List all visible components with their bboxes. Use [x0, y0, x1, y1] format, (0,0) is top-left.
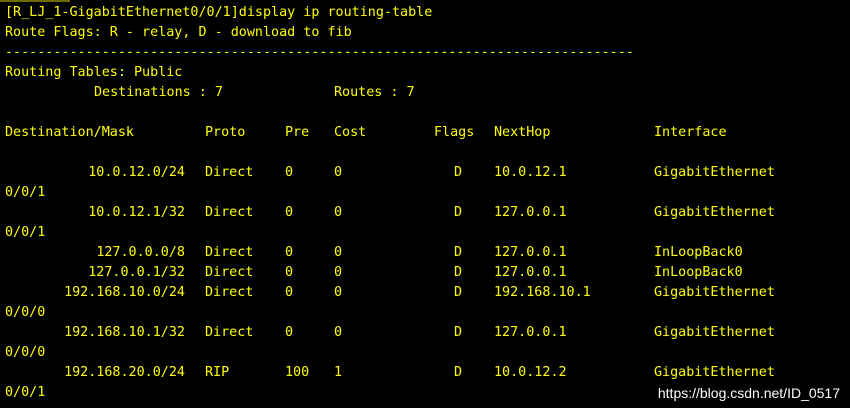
table-row: 10.0.12.1/32 Direct 0 0 D 127.0.0.1 GigabitEth… — [0, 203, 850, 223]
table-row: 192.168.10.0/24 Direct 0 0 D 192.168.10.1 Giga… — [0, 283, 850, 303]
route-destination: 127.0.0.0/8 — [96, 245, 185, 260]
header-cost: Cost — [334, 125, 367, 140]
separator-text: ----------------------------------------… — [5, 45, 634, 60]
destinations-count: Destinations : 7 — [94, 85, 223, 100]
route-destination: 10.0.12.0/24 — [88, 165, 185, 180]
header-nexthop: NextHop — [494, 125, 551, 140]
route-flags: D — [454, 325, 463, 340]
header-pre: Pre — [285, 125, 310, 140]
route-nexthop: 127.0.0.1 — [494, 245, 567, 260]
route-proto: Direct — [205, 245, 254, 260]
table-row: 192.168.10.1/32 Direct 0 0 D 127.0.0.1 Gigabit… — [0, 323, 850, 343]
route-interface: GigabitEthernet — [654, 325, 775, 340]
table-header: Destination/Mask Proto Pre Cost Flags Ne… — [0, 123, 850, 143]
route-proto: Direct — [205, 285, 254, 300]
route-nexthop: 127.0.0.1 — [494, 205, 567, 220]
header-proto: Proto — [205, 125, 246, 140]
route-cost: 0 — [334, 205, 343, 220]
route-interface: InLoopBack0 — [654, 245, 743, 260]
routes-count: Routes : 7 — [334, 85, 415, 100]
route-interface-continuation: 0/0/0 — [5, 345, 46, 360]
route-proto: Direct — [205, 205, 254, 220]
table-row: 192.168.20.0/24 RIP 100 1 D 10.0.12.2 GigabitE… — [0, 363, 850, 383]
route-pre: 0 — [285, 205, 294, 220]
route-cost: 1 — [334, 365, 343, 380]
route-proto: RIP — [205, 365, 230, 380]
table-row: 10.0.12.0/24 Direct 0 0 D 10.0.12.1 GigabitEth… — [0, 163, 850, 183]
route-destination: 127.0.0.1/32 — [88, 265, 185, 280]
previous-output-remnant — [0, 0, 70, 2]
route-pre: 0 — [285, 165, 294, 180]
route-pre: 0 — [285, 265, 294, 280]
route-flags: D — [454, 285, 463, 300]
route-interface-continuation: 0/0/0 — [5, 305, 46, 320]
route-nexthop: 10.0.12.2 — [494, 365, 567, 380]
wrapped-interface-line: 0/0/0 — [0, 303, 850, 323]
route-nexthop: 127.0.0.1 — [494, 325, 567, 340]
route-cost: 0 — [334, 245, 343, 260]
route-flags-text: Route Flags: R - relay, D - download to … — [5, 25, 352, 40]
counts-line: Destinations : 7 Routes : 7 — [0, 83, 850, 103]
header-flags: Flags — [434, 125, 475, 140]
table-row: 127.0.0.0/8 Direct 0 0 D 127.0.0.1 InLoopBack0 — [0, 243, 850, 263]
route-pre: 0 — [285, 285, 294, 300]
route-flags: D — [454, 245, 463, 260]
route-nexthop: 192.168.10.1 — [494, 285, 591, 300]
route-cost: 0 — [334, 285, 343, 300]
route-flags: D — [454, 165, 463, 180]
watermark-text: https://blog.csdn.net/ID_0517 — [657, 385, 840, 401]
route-pre: 0 — [285, 325, 294, 340]
route-destination: 192.168.10.1/32 — [64, 325, 185, 340]
routing-tables-text: Routing Tables: Public — [5, 65, 183, 80]
route-proto: Direct — [205, 165, 254, 180]
route-flags: D — [454, 205, 463, 220]
wrapped-interface-line: 0/0/1 — [0, 183, 850, 203]
header-interface: Interface — [654, 125, 727, 140]
routing-table-body: 10.0.12.0/24 Direct 0 0 D 10.0.12.1 GigabitEth… — [0, 163, 850, 403]
route-destination: 192.168.10.0/24 — [64, 285, 185, 300]
wrapped-interface-line: 0/0/1 — [0, 223, 850, 243]
route-interface: GigabitEthernet — [654, 205, 775, 220]
route-interface-continuation: 0/0/1 — [5, 385, 46, 400]
route-interface: GigabitEthernet — [654, 365, 775, 380]
route-nexthop: 127.0.0.1 — [494, 265, 567, 280]
table-row: 127.0.0.1/32 Direct 0 0 D 127.0.0.1 InLoopBack… — [0, 263, 850, 283]
route-cost: 0 — [334, 325, 343, 340]
wrapped-interface-line: 0/0/0 — [0, 343, 850, 363]
header-destination: Destination/Mask — [5, 125, 134, 140]
route-proto: Direct — [205, 265, 254, 280]
route-flags-line: Route Flags: R - relay, D - download to … — [0, 23, 850, 43]
route-cost: 0 — [334, 265, 343, 280]
route-nexthop: 10.0.12.1 — [494, 165, 567, 180]
route-interface-continuation: 0/0/1 — [5, 185, 46, 200]
route-pre: 0 — [285, 245, 294, 260]
route-interface: InLoopBack0 — [654, 265, 743, 280]
route-flags: D — [454, 265, 463, 280]
route-cost: 0 — [334, 165, 343, 180]
route-flags: D — [454, 365, 463, 380]
route-destination: 192.168.20.0/24 — [64, 365, 185, 380]
command-line: [R_LJ_1-GigabitEthernet0/0/1]display ip … — [0, 3, 850, 23]
route-proto: Direct — [205, 325, 254, 340]
route-interface-continuation: 0/0/1 — [5, 225, 46, 240]
route-destination: 10.0.12.1/32 — [88, 205, 185, 220]
route-pre: 100 — [285, 365, 310, 380]
separator-line: ----------------------------------------… — [0, 43, 850, 63]
route-interface: GigabitEthernet — [654, 285, 775, 300]
routing-tables-line: Routing Tables: Public — [0, 63, 850, 83]
terminal-window[interactable]: [R_LJ_1-GigabitEthernet0/0/1]display ip … — [0, 0, 850, 408]
command-text: [R_LJ_1-GigabitEthernet0/0/1]display ip … — [5, 5, 433, 20]
route-interface: GigabitEthernet — [654, 165, 775, 180]
